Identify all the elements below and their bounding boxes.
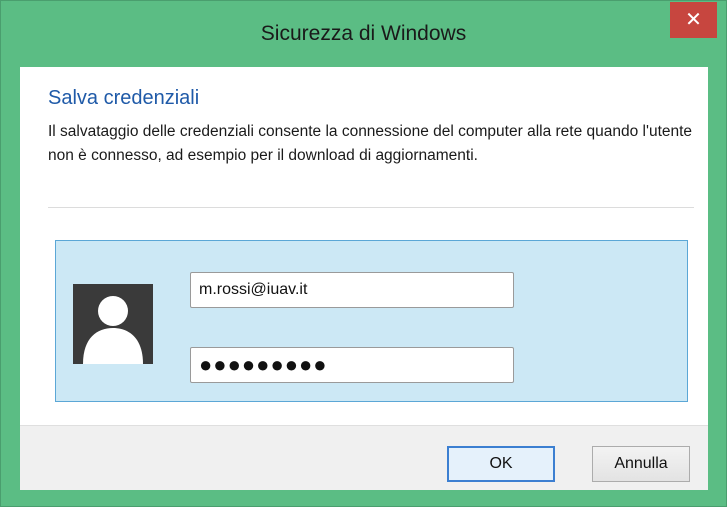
password-field[interactable] (190, 347, 514, 383)
button-bar: OK Annulla (20, 425, 708, 490)
username-field[interactable] (190, 272, 514, 308)
dialog-description: Il salvataggio delle credenziali consent… (48, 123, 693, 164)
user-avatar-icon (73, 284, 153, 364)
credential-tile (55, 240, 688, 402)
cancel-button[interactable]: Annulla (592, 446, 690, 482)
close-button[interactable]: ✕ (670, 2, 717, 38)
window-title: Sicurezza di Windows (260, 22, 467, 45)
close-icon: ✕ (685, 9, 702, 31)
dialog-heading: Salva credenziali (48, 87, 200, 109)
ok-button[interactable]: OK (447, 446, 555, 482)
title-bar[interactable]: Sicurezza di Windows ✕ (1, 1, 726, 67)
divider (48, 207, 694, 208)
dialog-window: Sicurezza di Windows ✕ Salva credenziali… (0, 0, 727, 507)
dialog-body: Salva credenziali Il salvataggio delle c… (20, 67, 708, 490)
